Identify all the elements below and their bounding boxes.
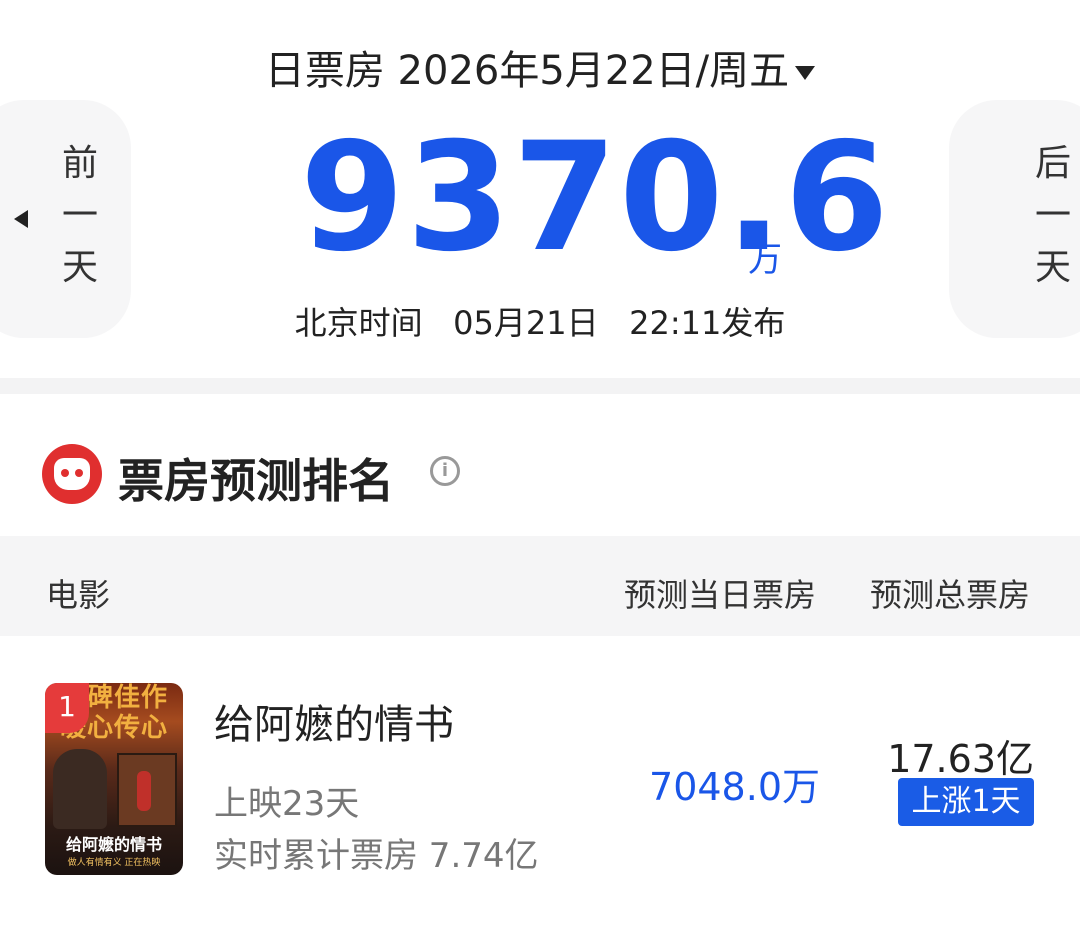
date-selector[interactable]: 日票房 2026年5月22日/周五 [0, 38, 1080, 96]
predict-total-value: 17.63亿 [887, 737, 1034, 781]
movie-cumulative-box-office: 实时累计票房 7.74亿 [214, 836, 539, 876]
chevron-left-icon [14, 210, 28, 228]
publish-prefix: 北京时间 [294, 304, 423, 342]
movie-title[interactable]: 给阿嬷的情书 [214, 692, 454, 750]
prev-day-label: 前 一 天 [61, 143, 98, 288]
movie-poster[interactable]: 口碑佳作 暖心传心 给阿嬷的情书 做人有情有义 正在热映 1 [45, 683, 183, 875]
poster-red-dress [137, 771, 151, 811]
trend-badge: 上涨1天 [898, 778, 1034, 826]
rank-badge: 1 [45, 683, 89, 733]
date-selector-label: 日票房 2026年5月22日/周五 [264, 48, 790, 94]
publish-time: 22:11发布 [629, 304, 786, 342]
column-predict-day[interactable]: 预测当日票房 [624, 570, 816, 616]
daily-box-office-unit: 万 [748, 240, 782, 280]
section-divider [0, 378, 1080, 394]
next-day-label: 后 一 天 [1034, 143, 1071, 288]
table-header: 电影 预测当日票房 预测总票房 [0, 536, 1080, 636]
daily-box-office-value: 9370.6 [300, 111, 891, 285]
maoyan-logo-icon [42, 444, 102, 504]
column-predict-total[interactable]: 预测总票房 [870, 570, 1030, 616]
poster-figure [53, 749, 107, 829]
info-icon[interactable]: i [430, 456, 460, 486]
publish-info: 北京时间 05月21日 22:11发布 [0, 298, 1080, 344]
predict-day-value: 7048.0万 [649, 765, 820, 809]
movie-days-released: 上映23天 [214, 784, 360, 824]
poster-subtitle: 做人有情有义 正在热映 [67, 858, 161, 868]
caret-down-icon [795, 66, 816, 80]
section-title: 票房预测排名 [118, 454, 394, 508]
column-movie: 电影 [46, 576, 111, 614]
publish-date: 05月21日 [453, 304, 599, 342]
poster-title: 给阿嬷的情书 [65, 835, 162, 854]
